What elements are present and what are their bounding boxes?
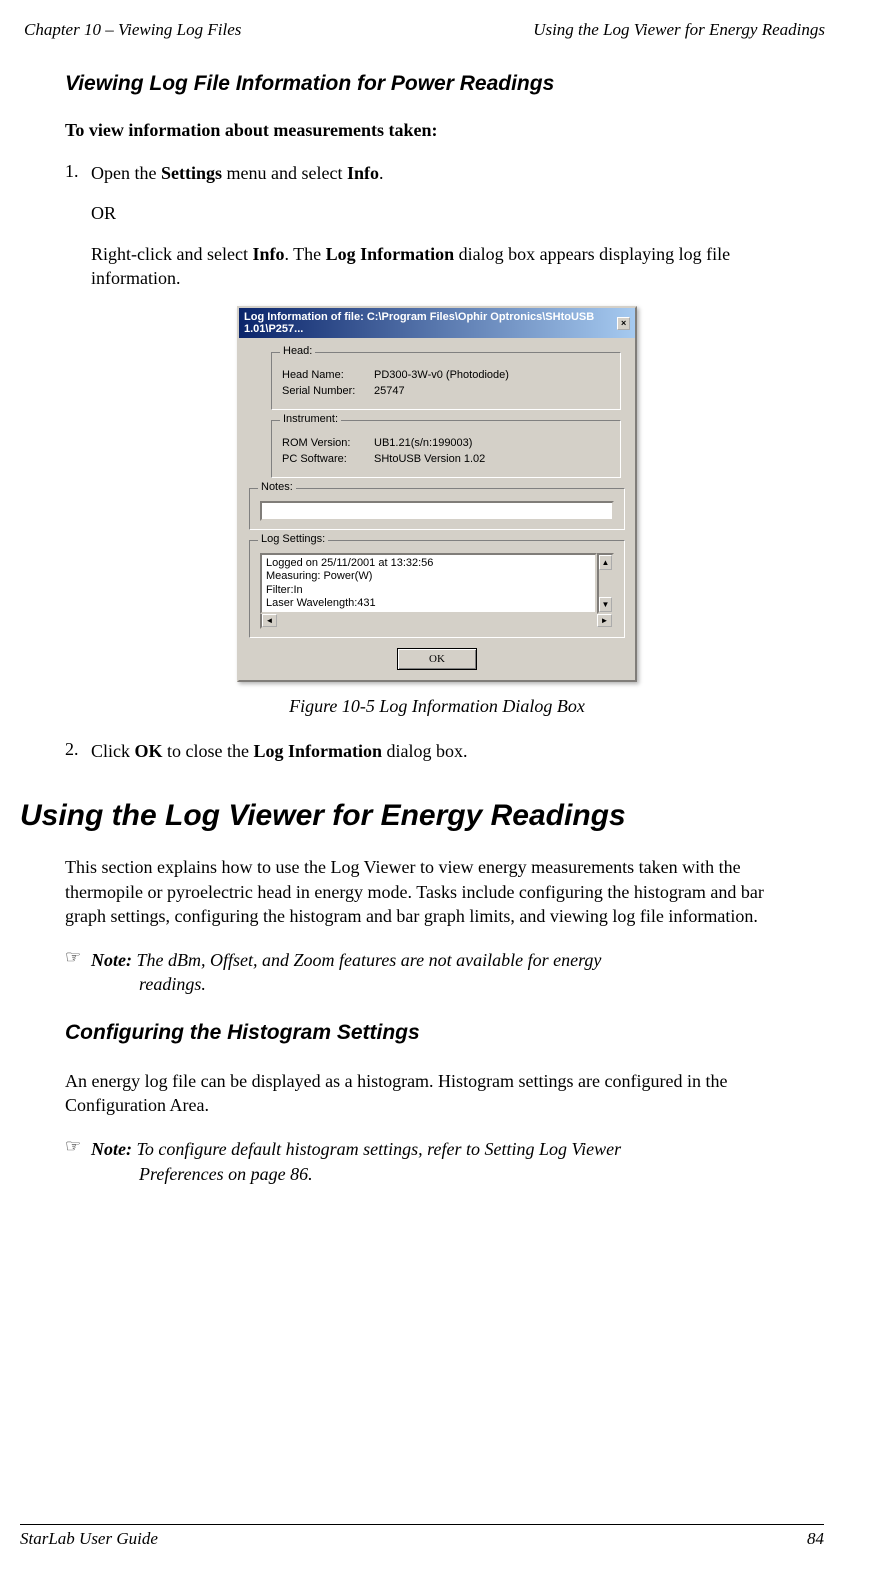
value-pcsw: SHtoUSB Version 1.02 <box>374 453 610 465</box>
header-right: Using the Log Viewer for Energy Readings <box>533 20 825 40</box>
note-label: Note: <box>91 1139 132 1159</box>
note-1: ☞ Note: The dBm, Offset, and Zoom featur… <box>65 948 809 997</box>
scroll-up-icon[interactable]: ▲ <box>599 555 612 570</box>
scroll-left-icon[interactable]: ◄ <box>262 614 277 627</box>
group-label-instrument: Instrument: <box>280 413 341 425</box>
step-number: 2. <box>65 739 91 763</box>
log-settings-text: Logged on 25/11/2001 at 13:32:56 Measuri… <box>260 553 597 614</box>
label-head-name: Head Name: <box>282 369 374 381</box>
scroll-down-icon[interactable]: ▼ <box>599 597 612 612</box>
notes-input[interactable] <box>260 501 614 521</box>
log-information-dialog: Log Information of file: C:\Program File… <box>237 306 637 682</box>
close-icon[interactable]: × <box>617 317 630 330</box>
row-serial: Serial Number: 25747 <box>282 385 610 397</box>
footer-left: StarLab User Guide <box>20 1529 158 1549</box>
group-label-notes: Notes: <box>258 481 296 493</box>
step-text: Open the Settings menu and select Info. <box>91 161 809 185</box>
footer-right: 84 <box>807 1529 824 1549</box>
dialog-body: Head: Head Name: PD300-3W-v0 (Photodiode… <box>239 338 635 680</box>
note-icon: ☞ <box>65 948 91 997</box>
lead-paragraph: To view information about measurements t… <box>65 120 809 141</box>
step-or: OR <box>91 201 809 225</box>
log-settings-box: Logged on 25/11/2001 at 13:32:56 Measuri… <box>260 553 614 614</box>
horizontal-scrollbar[interactable]: ◄ ► <box>260 612 614 629</box>
value-rom: UB1.21(s/n:199003) <box>374 437 610 449</box>
step-number: 1. <box>65 161 91 290</box>
row-head-name: Head Name: PD300-3W-v0 (Photodiode) <box>282 369 610 381</box>
dialog-title: Log Information of file: C:\Program File… <box>244 311 617 335</box>
scroll-right-icon[interactable]: ► <box>597 614 612 627</box>
row-rom: ROM Version: UB1.21(s/n:199003) <box>282 437 610 449</box>
vertical-scrollbar[interactable]: ▲ ▼ <box>597 553 614 614</box>
group-instrument: Instrument: ROM Version: UB1.21(s/n:1990… <box>271 420 621 478</box>
page-content: Viewing Log File Information for Power R… <box>20 44 829 1186</box>
step-body: Click OK to close the Log Information di… <box>91 739 809 763</box>
section-heading-viewing-log-info: Viewing Log File Information for Power R… <box>65 72 809 96</box>
figure-caption: Figure 10-5 Log Information Dialog Box <box>289 696 585 717</box>
row-pcsw: PC Software: SHtoUSB Version 1.02 <box>282 453 610 465</box>
note-2: ☞ Note: To configure default histogram s… <box>65 1137 809 1186</box>
figure: Log Information of file: C:\Program File… <box>65 306 809 729</box>
note-body: Note: To configure default histogram set… <box>91 1137 809 1186</box>
group-head: Head: Head Name: PD300-3W-v0 (Photodiode… <box>271 352 621 410</box>
step-text-alt: Right-click and select Info. The Log Inf… <box>91 242 809 291</box>
intro-paragraph: This section explains how to use the Log… <box>65 855 809 928</box>
ok-wrap: OK <box>249 648 625 670</box>
page-footer: StarLab User Guide 84 <box>20 1524 824 1549</box>
value-serial: 25747 <box>374 385 610 397</box>
step-2: 2. Click OK to close the Log Information… <box>65 739 809 763</box>
label-rom: ROM Version: <box>282 437 374 449</box>
step-body: Open the Settings menu and select Info. … <box>91 161 809 290</box>
section-heading-histogram: Configuring the Histogram Settings <box>65 1021 809 1045</box>
step-1: 1. Open the Settings menu and select Inf… <box>65 161 809 290</box>
group-label-head: Head: <box>280 345 315 357</box>
note-body: Note: The dBm, Offset, and Zoom features… <box>91 948 809 997</box>
group-log-settings: Log Settings: Logged on 25/11/2001 at 13… <box>249 540 625 638</box>
group-label-logset: Log Settings: <box>258 533 328 545</box>
section-heading-energy-readings: Using the Log Viewer for Energy Readings <box>20 799 809 833</box>
header-left: Chapter 10 – Viewing Log Files <box>24 20 241 40</box>
dialog-titlebar: Log Information of file: C:\Program File… <box>239 308 635 338</box>
label-serial: Serial Number: <box>282 385 374 397</box>
histogram-paragraph: An energy log file can be displayed as a… <box>65 1069 809 1118</box>
value-head-name: PD300-3W-v0 (Photodiode) <box>374 369 610 381</box>
page-header: Chapter 10 – Viewing Log Files Using the… <box>20 20 829 44</box>
ok-button[interactable]: OK <box>397 648 477 670</box>
note-icon: ☞ <box>65 1137 91 1186</box>
note-label: Note: <box>91 950 132 970</box>
step-text: Click OK to close the Log Information di… <box>91 739 809 763</box>
group-notes: Notes: <box>249 488 625 530</box>
label-pcsw: PC Software: <box>282 453 374 465</box>
